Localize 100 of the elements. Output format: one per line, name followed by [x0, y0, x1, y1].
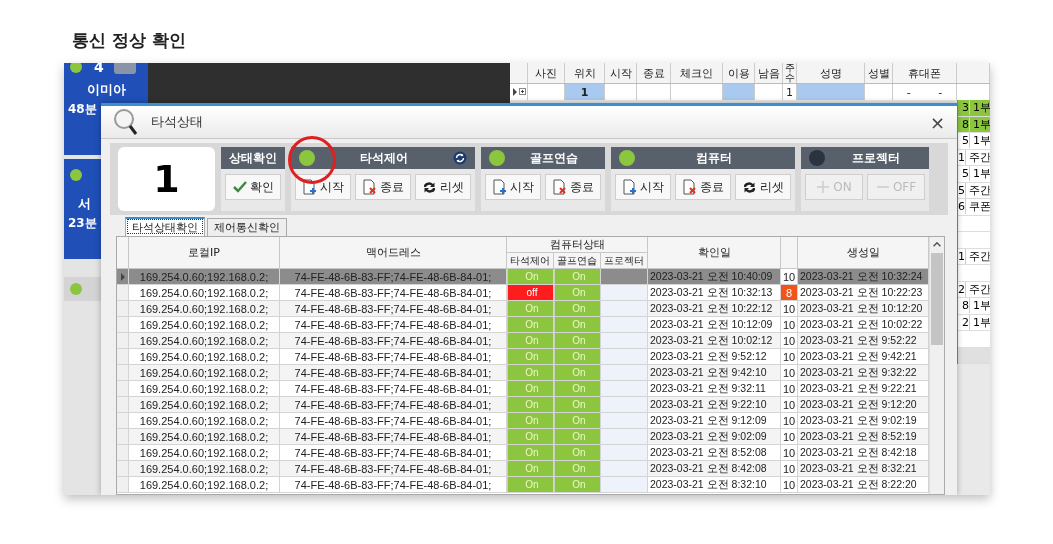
table-cell	[723, 84, 755, 100]
page-title: 통신 정상 확인	[72, 29, 187, 51]
document-x-icon	[362, 179, 377, 195]
list-row[interactable]: 5 1부	[958, 133, 990, 150]
table-cell	[601, 301, 648, 317]
table-cell: 2023-03-21 오전 9:22:21	[798, 381, 929, 397]
table-cell: 169.254.0.60;192.168.0.2;	[129, 349, 280, 365]
toolbar-button[interactable]: 시작	[295, 174, 351, 200]
status-cell: On	[554, 285, 601, 301]
status-badge	[113, 63, 136, 74]
table-cell: 2023-03-21 오전 8:52:08	[648, 445, 781, 461]
scroll-up-icon[interactable]	[933, 242, 941, 247]
table-cell: 10	[781, 349, 798, 365]
table-cell: 74-FE-48-6B-83-FF;74-FE-48-6B-84-01;	[280, 301, 507, 317]
plus-icon	[816, 180, 831, 194]
table-cell: 10	[781, 301, 798, 317]
table-cell: 2023-03-21 오전 9:52:22	[798, 333, 929, 349]
list-row[interactable]: 2 주간	[958, 281, 990, 298]
document-x-icon	[682, 179, 697, 195]
table-cell: 169.254.0.60;192.168.0.2;	[129, 333, 280, 349]
status-cell: On	[554, 301, 601, 317]
toolbar-button[interactable]: 확인	[225, 174, 281, 200]
row-header-cell[interactable]	[117, 477, 129, 493]
refresh-icon[interactable]	[453, 151, 467, 165]
row-pointer-icon	[119, 272, 126, 281]
table-cell: 74-FE-48-6B-83-FF;74-FE-48-6B-84-01;	[280, 285, 507, 301]
table-cell: 8	[781, 285, 798, 301]
row-header-cell[interactable]	[117, 301, 129, 317]
tab[interactable]: 타석상태확인	[125, 217, 205, 236]
row-header-cell[interactable]	[117, 333, 129, 349]
tab[interactable]: 제어통신확인	[207, 218, 287, 236]
row-header-cell[interactable]	[117, 269, 129, 285]
table-cell: 2023-03-21 오전 10:02:12	[648, 333, 781, 349]
toolbar-button[interactable]: 종료	[355, 174, 411, 200]
row-header-cell[interactable]	[117, 365, 129, 381]
list-row[interactable]: 5 1부	[958, 166, 990, 183]
table-cell	[601, 285, 648, 301]
column-header: 이용	[723, 63, 755, 83]
toolbar-button[interactable]: 시작	[485, 174, 541, 200]
table-cell: - -	[893, 84, 957, 100]
row-header-cell[interactable]	[117, 413, 129, 429]
status-cell: On	[507, 349, 554, 365]
list-row[interactable]: 1 주간	[958, 248, 990, 265]
table-cell: 2023-03-21 오전 8:42:18	[798, 445, 929, 461]
list-row[interactable]: 5 주간	[958, 182, 990, 199]
row-header-cell[interactable]	[117, 429, 129, 445]
table-cell: 169.254.0.60;192.168.0.2;	[129, 429, 280, 445]
row-header-cell[interactable]	[117, 461, 129, 477]
row-header-cell[interactable]	[117, 397, 129, 413]
table-cell: 10	[781, 365, 798, 381]
document-x-icon	[552, 179, 567, 195]
list-row[interactable]: 2 1부	[958, 314, 990, 331]
status-cell: On	[507, 381, 554, 397]
status-cell: On	[554, 477, 601, 493]
table-cell: 169.254.0.60;192.168.0.2;	[129, 317, 280, 333]
table-cell: 74-FE-48-6B-83-FF;74-FE-48-6B-84-01;	[280, 477, 507, 493]
table-cell: 2023-03-21 오전 8:52:19	[798, 429, 929, 445]
status-cell: On	[507, 365, 554, 381]
row-header-cell[interactable]	[117, 285, 129, 301]
scroll-thumb[interactable]	[931, 253, 943, 345]
column-header: 휴대폰	[893, 63, 957, 83]
status-cell: On	[554, 397, 601, 413]
reset-icon	[742, 180, 757, 194]
table-cell: 10	[781, 333, 798, 349]
table-cell: 10	[781, 445, 798, 461]
status-cell: On	[507, 461, 554, 477]
row-header-cell[interactable]	[117, 349, 129, 365]
toolbar-button[interactable]: 종료	[675, 174, 731, 200]
table-cell: 169.254.0.60;192.168.0.2;	[129, 461, 280, 477]
row-header-cell[interactable]	[117, 381, 129, 397]
column-header: 골프연습	[554, 253, 601, 269]
toolbar-button[interactable]: 리셋	[415, 174, 471, 200]
table-cell: 2023-03-21 오전 9:32:22	[798, 365, 929, 381]
table-cell: 2023-03-21 오전 10:22:23	[798, 285, 929, 301]
table-cell: 2023-03-21 오전 9:12:20	[798, 397, 929, 413]
toolbar-button[interactable]: 시작	[615, 174, 671, 200]
list-row[interactable]: 8 1부	[958, 298, 990, 315]
table-cell	[601, 349, 648, 365]
column-header: 성별	[865, 63, 893, 83]
row-header-cell[interactable]	[117, 317, 129, 333]
table-cell	[601, 317, 648, 333]
table-cell	[797, 84, 865, 100]
group-title: 프로젝터	[851, 150, 901, 166]
toolbar-button[interactable]: 종료	[545, 174, 601, 200]
status-cell: On	[507, 333, 554, 349]
table-cell: 169.254.0.60;192.168.0.2;	[129, 301, 280, 317]
toolbar-button[interactable]: 리셋	[735, 174, 791, 200]
table-cell: 10	[781, 461, 798, 477]
search-icon	[113, 108, 139, 136]
list-row[interactable]: 6 쿠폰	[958, 199, 990, 216]
table-cell: 2023-03-21 오전 8:42:08	[648, 461, 781, 477]
scrollbar[interactable]	[929, 237, 944, 494]
row-header-cell[interactable]	[117, 445, 129, 461]
table-cell	[601, 365, 648, 381]
list-row[interactable]: 1 주간	[958, 149, 990, 166]
table-cell: 74-FE-48-6B-83-FF;74-FE-48-6B-84-01;	[280, 397, 507, 413]
list-row[interactable]: 3 1부	[958, 100, 990, 117]
member-name: 이미아	[85, 81, 127, 99]
status-cell: On	[507, 413, 554, 429]
close-button[interactable]: ×	[927, 111, 947, 133]
